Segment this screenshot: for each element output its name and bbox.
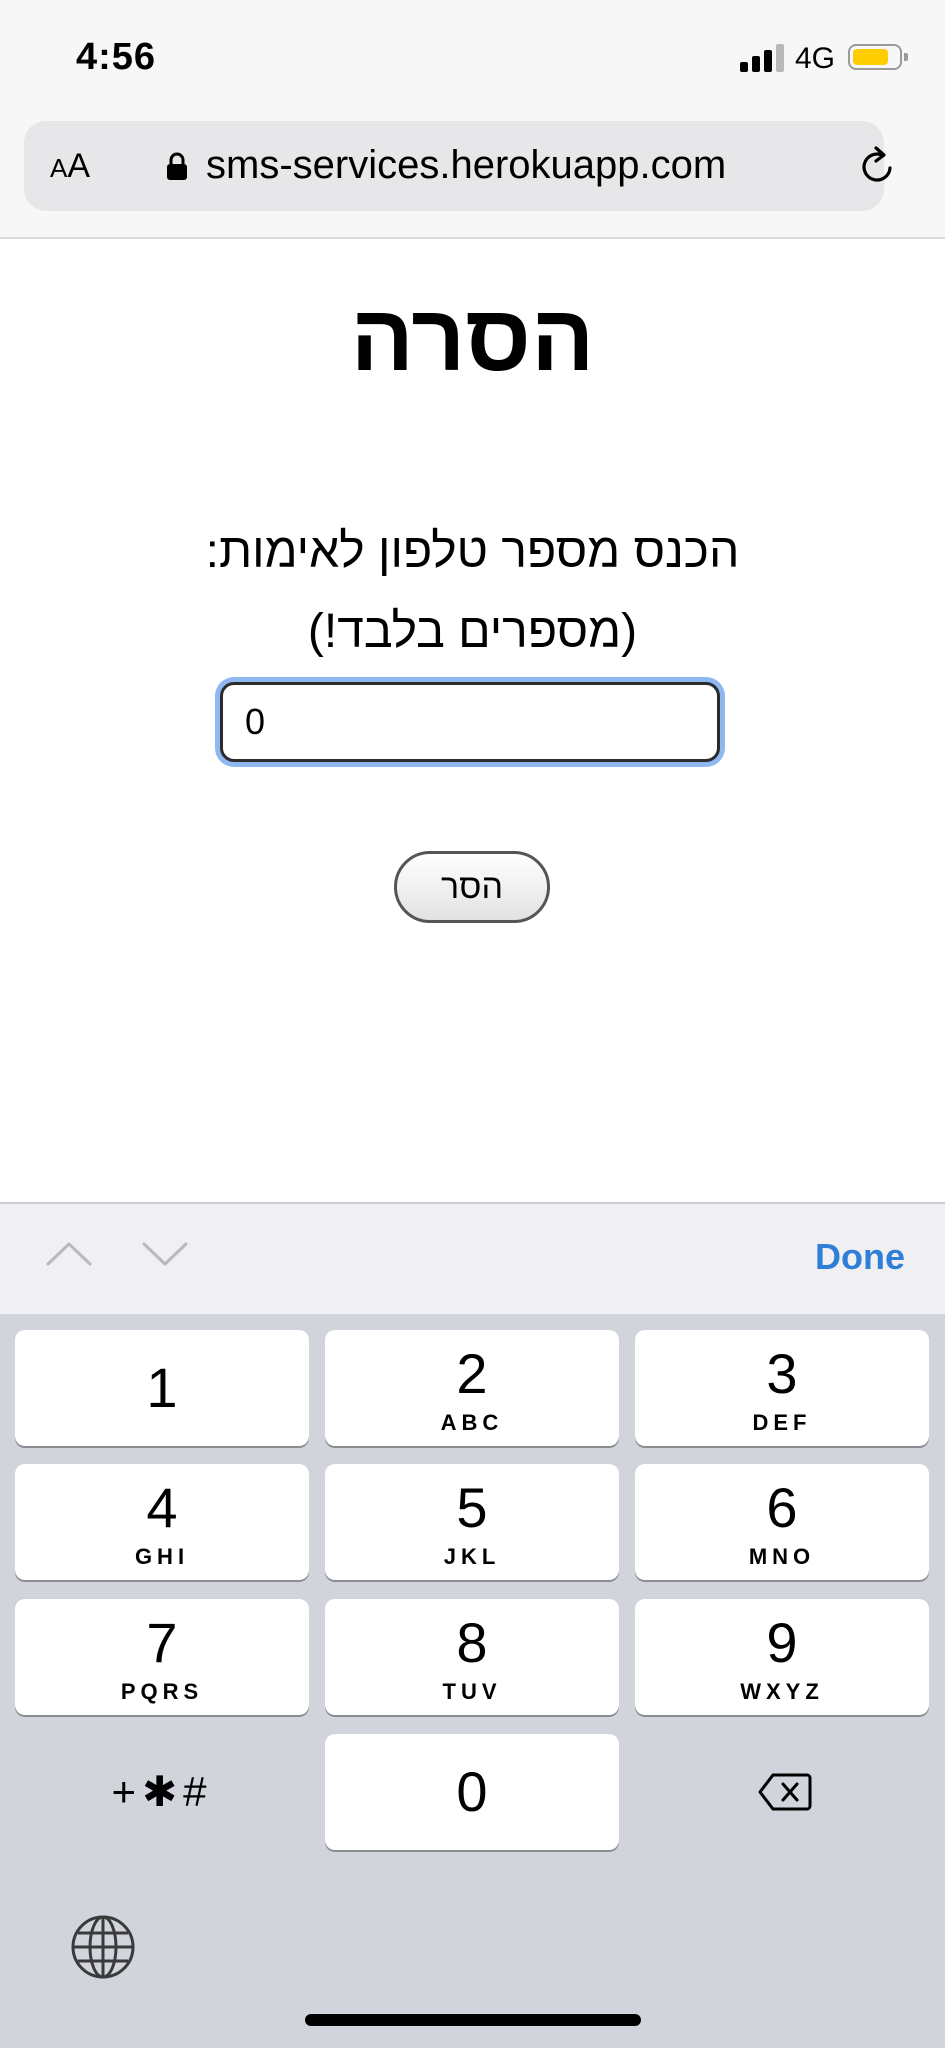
text-size-button[interactable]: AA [50,147,90,186]
symbols-key[interactable]: +✱# [15,1734,309,1850]
key-1[interactable]: 1 [15,1330,309,1446]
numeric-keypad: 1 2 ABC 3 DEF 4 GHI 5 JKL 6 MNO 7 PQRS 8… [0,1314,945,2048]
key-digit: 1 [146,1356,178,1419]
address-bar[interactable]: AA sms-services.herokuapp.com [24,121,892,211]
key-letters: MNO [748,1544,816,1569]
key-digit: 3 [766,1342,798,1405]
key-letters: WXYZ [740,1679,824,1704]
digits-only-note: (מספרים בלבד!) [307,605,638,658]
key-letters: JKL [443,1544,501,1569]
battery-level-fill [853,49,888,65]
key-letters: GHI [134,1544,190,1569]
web-page: הסרה הכנס מספר טלפון לאימות: (מספרים בלב… [0,239,945,1202]
chevron-down-icon[interactable] [140,1234,190,1274]
key-6[interactable]: 6 MNO [635,1464,929,1580]
key-digit: 5 [456,1476,488,1539]
network-type: 4G [795,42,836,75]
key-letters: DEF [752,1410,812,1435]
key-4[interactable]: 4 GHI [15,1464,309,1580]
key-letters: TUV [442,1679,502,1704]
url-text[interactable]: sms-services.herokuapp.com [206,143,726,188]
chevron-up-icon[interactable] [44,1234,94,1274]
key-letters: PQRS [120,1679,204,1704]
cellular-signal-icon [740,44,786,72]
key-digit: 7 [146,1611,178,1674]
key-0[interactable]: 0 [325,1734,619,1850]
phone-number-input[interactable] [220,682,720,762]
key-letters: ABC [440,1410,504,1435]
keyboard-accessory-bar: Done [0,1202,945,1314]
done-button[interactable]: Done [815,1236,905,1278]
page-title: הסרה [350,285,595,390]
backspace-icon [758,1773,812,1811]
battery-icon [848,44,908,70]
key-9[interactable]: 9 WXYZ [635,1599,929,1715]
remove-button[interactable]: הסר [394,851,550,923]
key-digit: 4 [146,1476,178,1539]
key-8[interactable]: 8 TUV [325,1599,619,1715]
key-digit: 8 [456,1611,488,1674]
phone-prompt-label: הכנס מספר טלפון לאימות: [205,525,740,578]
key-digit: 9 [766,1611,798,1674]
key-5[interactable]: 5 JKL [325,1464,619,1580]
delete-key[interactable] [635,1734,929,1850]
reload-icon[interactable] [854,143,900,189]
lock-icon [167,152,187,180]
phone-screen: 4:56 4G AA sms-services.herokuapp.com הס… [0,0,945,2048]
key-digit: 0 [456,1760,488,1823]
home-indicator[interactable] [305,2014,641,2026]
key-3[interactable]: 3 DEF [635,1330,929,1446]
globe-icon[interactable] [70,1914,136,1980]
key-2[interactable]: 2 ABC [325,1330,619,1446]
status-time: 4:56 [76,36,157,78]
key-digit: 6 [766,1476,798,1539]
key-digit: 2 [456,1342,488,1405]
status-bar: 4:56 4G [0,0,945,110]
browser-chrome: 4:56 4G AA sms-services.herokuapp.com [0,0,945,239]
key-7[interactable]: 7 PQRS [15,1599,309,1715]
